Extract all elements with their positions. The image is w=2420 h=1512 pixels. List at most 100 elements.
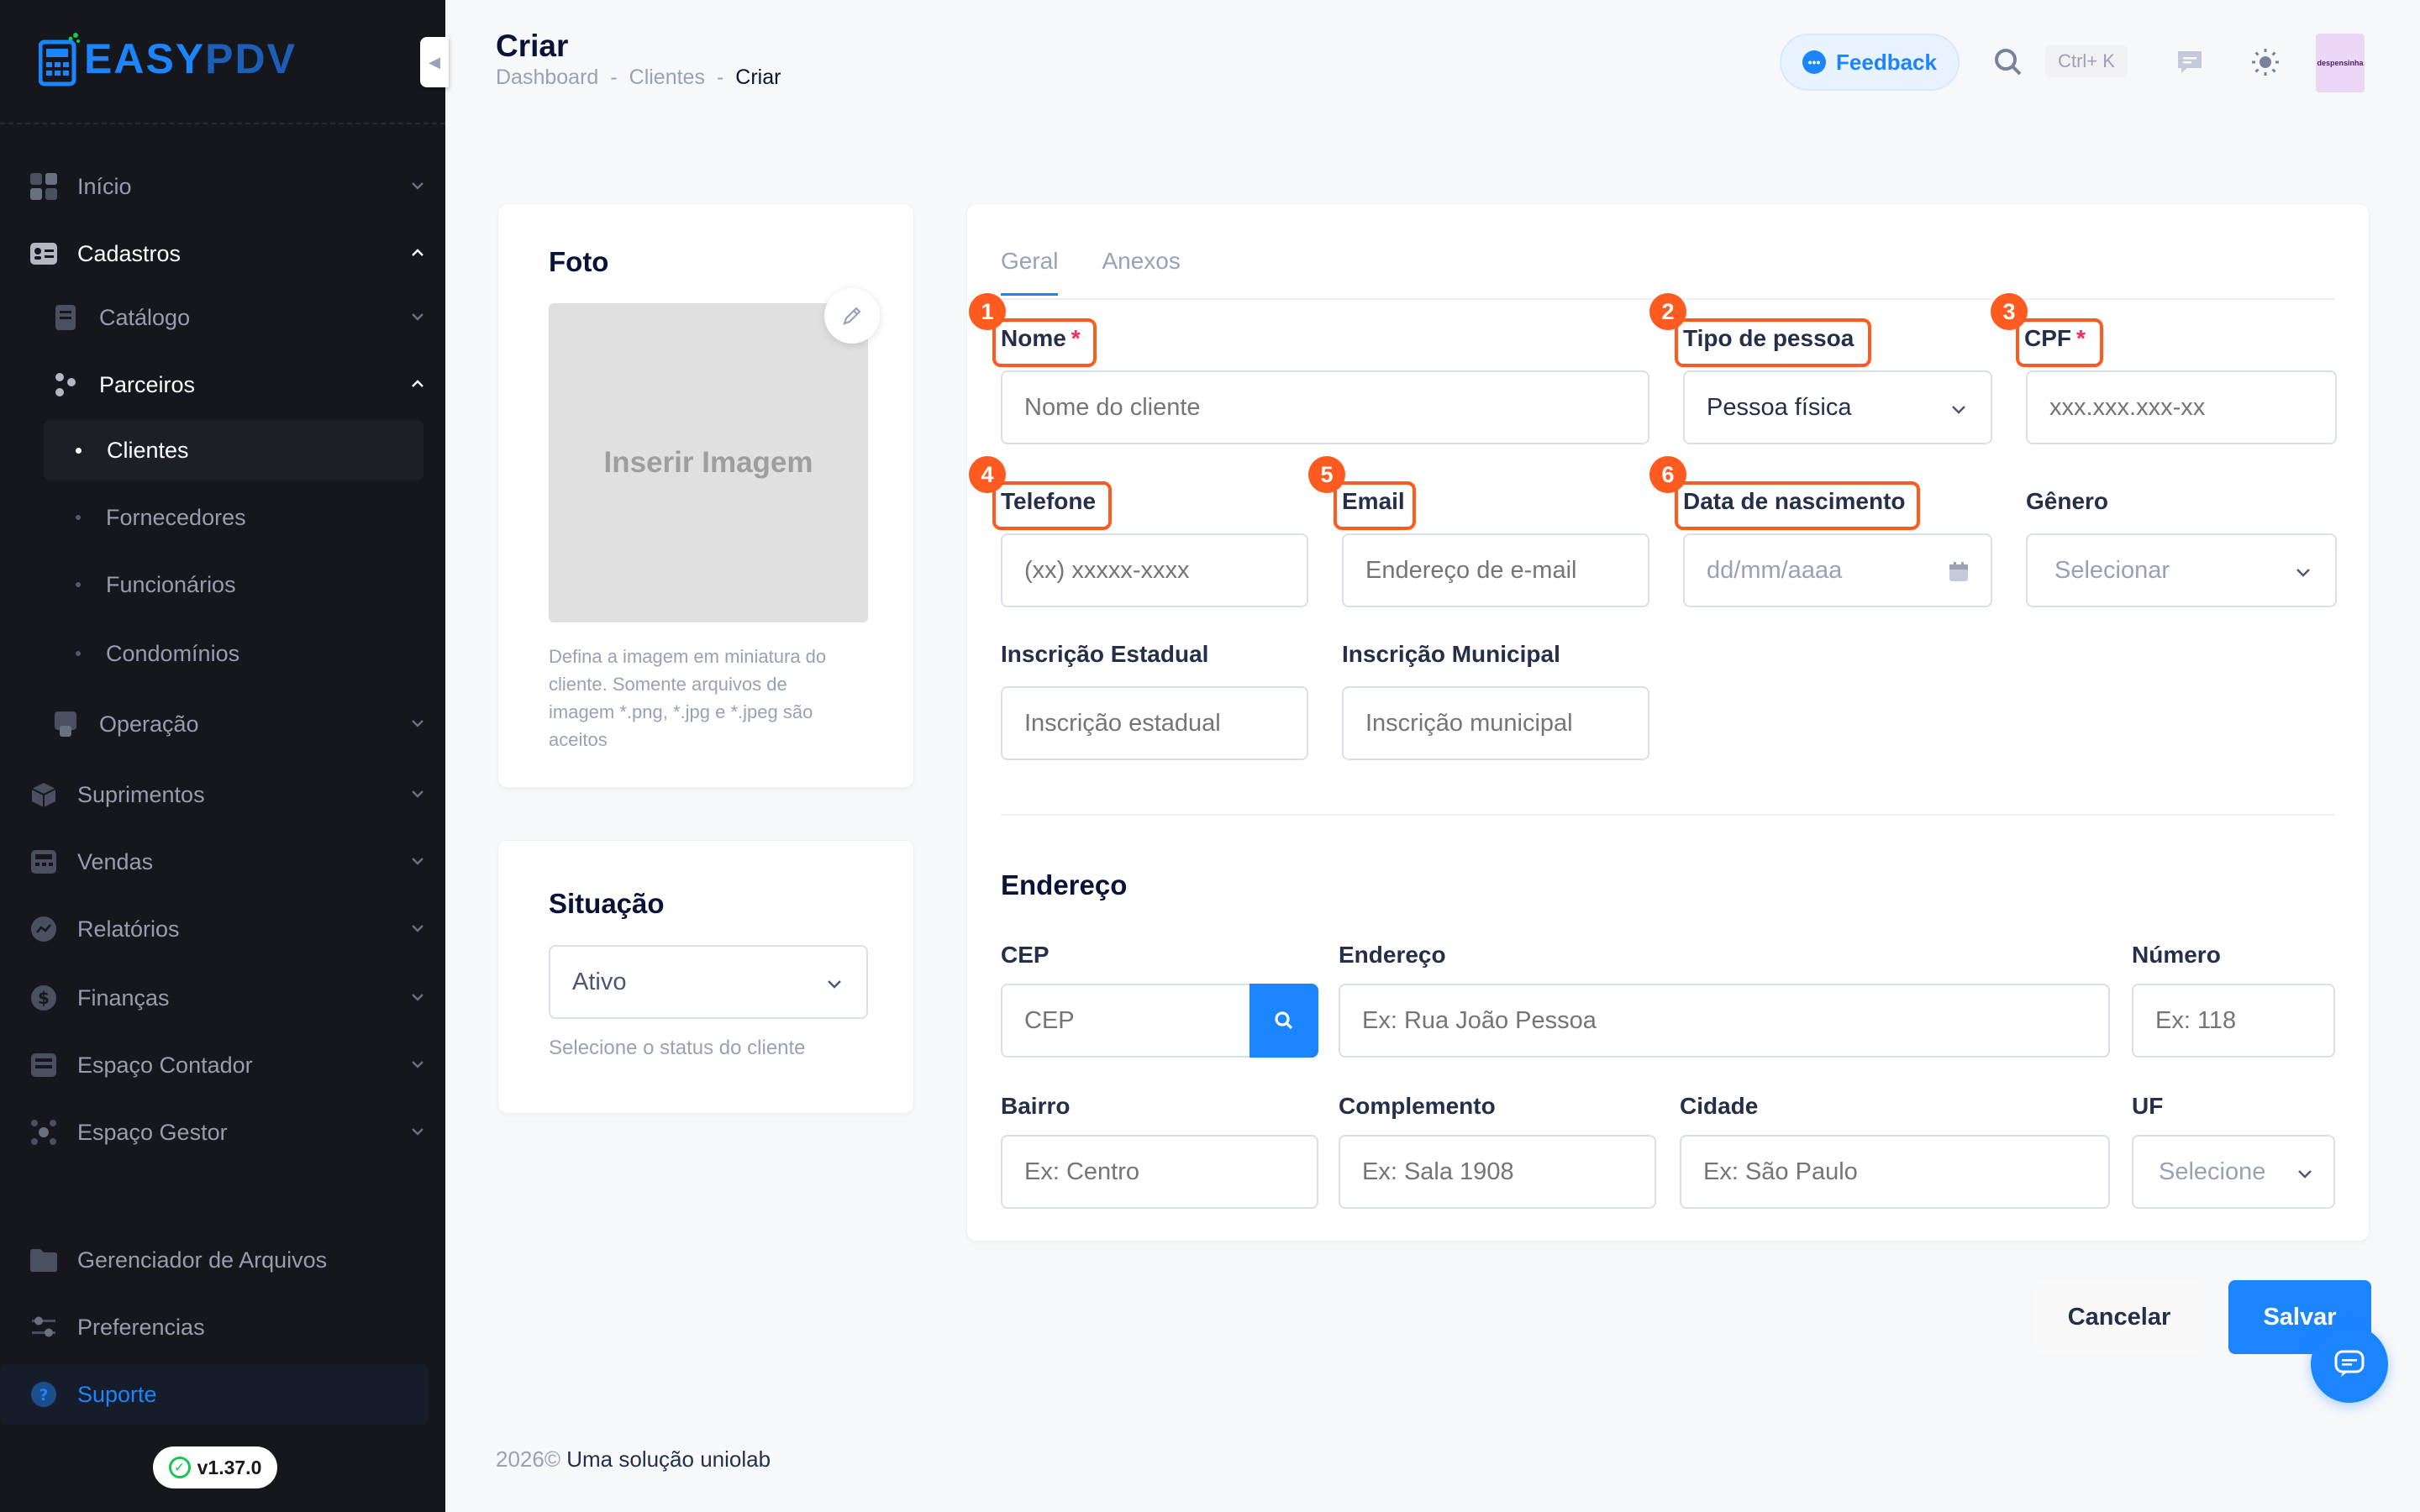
sidebar-item-label: Catálogo	[99, 304, 191, 330]
sidebar-item-label: Operação	[99, 711, 199, 737]
chevron-down-icon	[412, 790, 424, 798]
inscricao-municipal-input[interactable]	[1342, 686, 1649, 760]
bullet-icon	[76, 447, 82, 454]
label-cep: CEP	[1001, 942, 1050, 968]
sidebar-item-label: Cadastros	[77, 240, 182, 266]
image-upload-area[interactable]: Inserir Imagem	[549, 303, 868, 622]
bairro-input[interactable]	[1001, 1135, 1318, 1209]
label-nome: Nome *	[1001, 325, 1081, 352]
easypdv-logo[interactable]: EASYPDV	[39, 30, 297, 87]
label-inscricao-municipal: Inscrição Municipal	[1342, 641, 1560, 667]
sidebar-item-preferencias[interactable]: Preferencias	[25, 1297, 429, 1357]
sidebar-item-inicio[interactable]: Início	[25, 156, 429, 217]
theme-toggle-button[interactable]	[2247, 44, 2284, 81]
svg-text:?: ?	[39, 1386, 48, 1404]
sidebar-item-parceiros[interactable]: Parceiros	[25, 354, 429, 415]
search-icon	[1275, 1011, 1293, 1030]
photo-hint: Defina a imagem em miniatura do cliente.…	[549, 643, 826, 753]
chevron-down-icon	[412, 720, 424, 727]
pencil-icon	[843, 307, 861, 325]
tab-geral[interactable]: Geral	[1001, 248, 1059, 296]
email-input[interactable]	[1342, 533, 1649, 607]
sidebar-item-operacao[interactable]: Operação	[25, 694, 429, 754]
folder-icon	[29, 1245, 59, 1275]
svg-text:$: $	[38, 988, 50, 1008]
cep-search-button[interactable]	[1249, 984, 1318, 1058]
footer-brand-link[interactable]: Uma solução uniolab	[566, 1446, 771, 1472]
hand-icon	[50, 709, 81, 739]
check-circle-icon: ✓	[168, 1457, 191, 1478]
nascimento-input[interactable]: dd/mm/aaaa	[1683, 533, 1992, 607]
sidebar-item-label: Início	[77, 173, 132, 199]
chevron-up-icon	[412, 249, 424, 256]
uf-select[interactable]: Selecione	[2132, 1135, 2335, 1209]
calendar-icon[interactable]	[1947, 560, 1970, 584]
status-select[interactable]: Ativo	[549, 945, 868, 1019]
search-button[interactable]	[1990, 44, 2027, 81]
message-icon	[2178, 51, 2202, 73]
sidebar-item-label: Espaço Contador	[77, 1052, 253, 1078]
status-hint: Selecione o status do cliente	[549, 1037, 806, 1059]
sidebar-toggle-button[interactable]: ◀	[420, 37, 449, 87]
sidebar-item-relatorios[interactable]: Relatórios	[25, 899, 429, 959]
breadcrumb-clientes[interactable]: Clientes	[629, 66, 705, 90]
sidebar-item-condominios[interactable]: Condomínios	[25, 623, 429, 684]
sidebar-item-clientes[interactable]: Clientes	[44, 420, 424, 480]
label-cpf: CPF *	[2024, 325, 2086, 352]
sidebar-item-label: Gerenciador de Arquivos	[77, 1247, 328, 1273]
sidebar-item-label: Condomínios	[106, 640, 240, 666]
nome-input[interactable]	[1001, 370, 1649, 444]
tipo-pessoa-select[interactable]: Pessoa física	[1683, 370, 1992, 444]
feedback-button[interactable]: ••• Feedback	[1780, 34, 1960, 91]
chat-widget-button[interactable]	[2311, 1326, 2388, 1403]
sidebar-item-espaco-gestor[interactable]: Espaço Gestor	[25, 1102, 429, 1163]
sidebar-item-financas[interactable]: $ Finanças	[25, 968, 429, 1028]
sidebar-item-suporte[interactable]: ? Suporte	[0, 1364, 429, 1425]
arrow-left-icon: ◀	[429, 53, 440, 71]
cidade-input[interactable]	[1680, 1135, 2110, 1209]
sidebar-item-cadastros[interactable]: Cadastros	[25, 223, 429, 284]
sidebar-item-catalogo[interactable]: Catálogo	[25, 287, 429, 348]
grid-icon	[29, 171, 59, 202]
chat-bubble-icon: •••	[1802, 50, 1827, 74]
status-card-title: Situação	[549, 888, 665, 919]
numero-input[interactable]	[2132, 984, 2335, 1058]
cancel-button[interactable]: Cancelar	[2033, 1280, 2205, 1354]
chevron-down-icon	[412, 858, 424, 865]
avatar-text: despensinha	[2317, 59, 2364, 67]
inscricao-estadual-input[interactable]	[1001, 686, 1308, 760]
messages-button[interactable]	[2171, 44, 2208, 81]
telefone-input[interactable]	[1001, 533, 1308, 607]
chevron-down-icon	[828, 980, 841, 989]
sidebar-item-suprimentos[interactable]: Suprimentos	[25, 764, 429, 825]
edit-photo-button[interactable]	[824, 288, 880, 344]
chat-icon	[2334, 1350, 2365, 1377]
label-text: CPF	[2024, 325, 2071, 351]
breadcrumb-separator: -	[610, 66, 618, 89]
annotation-badge-6: 6	[1649, 456, 1686, 493]
sidebar-item-label: Clientes	[107, 437, 189, 463]
sidebar-item-label: Parceiros	[99, 371, 196, 397]
required-mark: *	[2076, 325, 2086, 351]
sidebar-item-vendas[interactable]: Vendas	[25, 832, 429, 892]
chart-icon	[29, 914, 59, 944]
sidebar-item-label: Suprimentos	[77, 781, 205, 807]
genero-select[interactable]: Selecionar	[2026, 533, 2337, 607]
sidebar-item-label: Finanças	[77, 984, 170, 1011]
endereco-input[interactable]	[1339, 984, 2110, 1058]
cep-input[interactable]	[1001, 984, 1253, 1058]
address-section-title: Endereço	[1001, 869, 1128, 900]
complemento-input[interactable]	[1339, 1135, 1656, 1209]
user-avatar[interactable]: despensinha	[2316, 34, 2365, 92]
version-badge: ✓ v1.37.0	[153, 1446, 277, 1488]
sidebar-item-espaco-contador[interactable]: Espaço Contador	[25, 1035, 429, 1095]
sidebar-item-funcionarios[interactable]: Funcionários	[25, 554, 429, 615]
tab-anexos[interactable]: Anexos	[1102, 248, 1180, 296]
label-tipo-pessoa: Tipo de pessoa	[1683, 325, 1854, 351]
label-uf: UF	[2132, 1093, 2164, 1119]
tipo-pessoa-value: Pessoa física	[1707, 393, 1852, 421]
cpf-input[interactable]	[2026, 370, 2337, 444]
breadcrumb-dashboard[interactable]: Dashboard	[496, 66, 598, 90]
sidebar-item-gerenciador-arquivos[interactable]: Gerenciador de Arquivos	[25, 1230, 429, 1290]
sidebar-item-fornecedores[interactable]: Fornecedores	[25, 487, 429, 548]
